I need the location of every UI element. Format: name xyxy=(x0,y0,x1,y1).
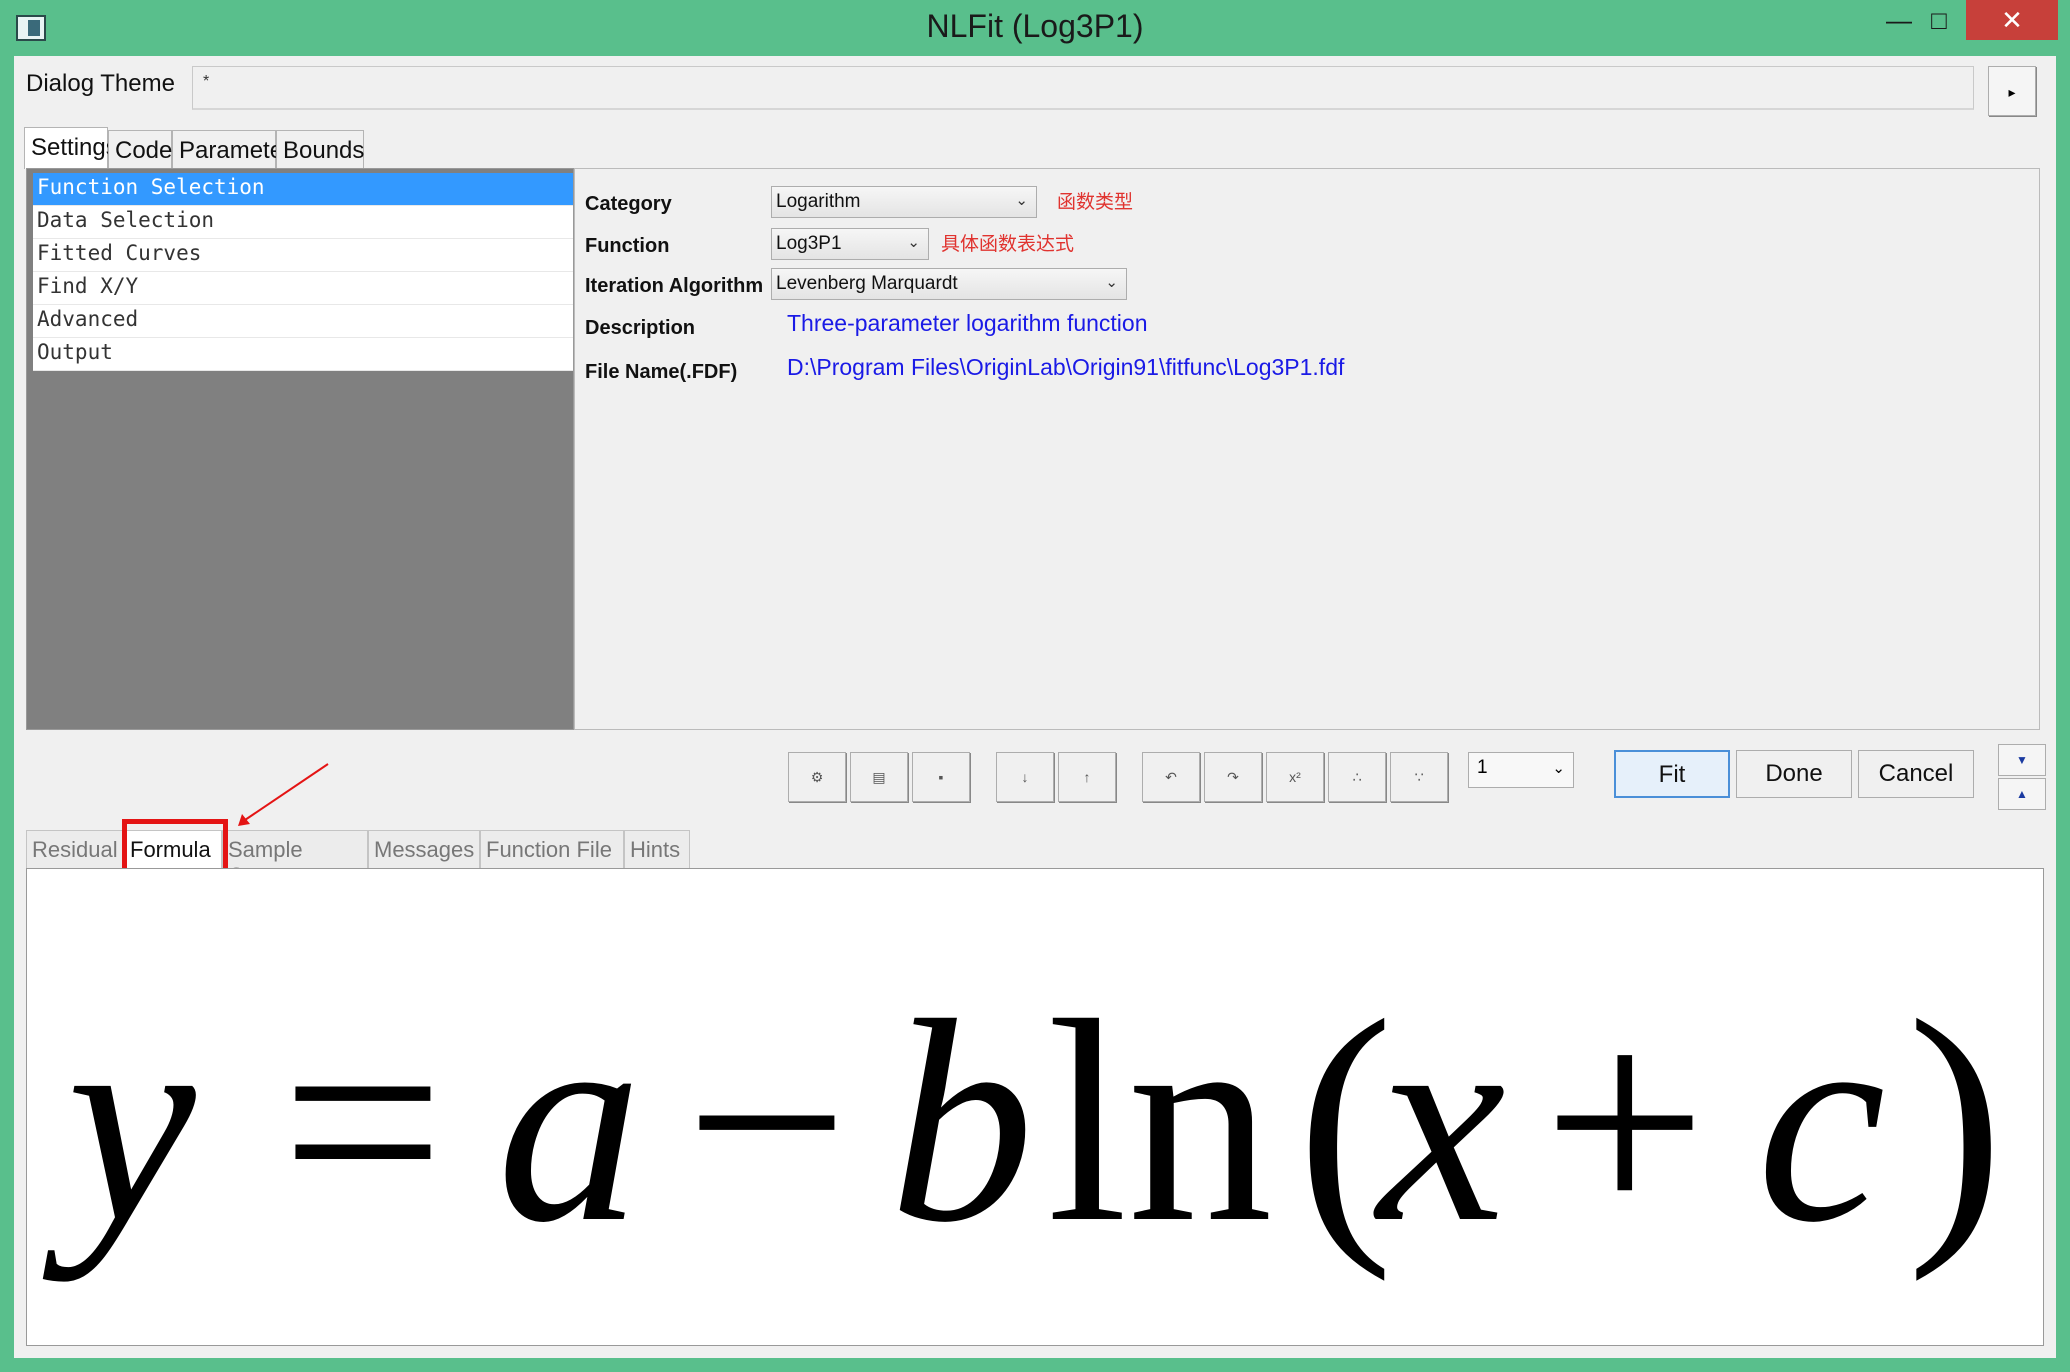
file-name-value[interactable]: D:\Program Files\OriginLab\Origin91\fitf… xyxy=(787,354,1344,381)
chevron-down-icon: ⌄ xyxy=(1105,274,1118,291)
fit-new-icon[interactable]: ⚙ xyxy=(788,752,846,802)
formula-c: c xyxy=(1757,961,1886,1282)
formula-display: y = a − b ln ( x + c ) xyxy=(40,961,2004,1282)
tab-messages[interactable]: Messages xyxy=(368,830,480,868)
tab-code[interactable]: Code xyxy=(108,130,172,168)
iteration-algorithm-select[interactable]: Levenberg Marquardt ⌄ xyxy=(771,268,1127,300)
description-value: Three-parameter logarithm function xyxy=(787,310,1148,336)
x-squared-icon[interactable]: x² xyxy=(1266,752,1324,802)
tree-item-function-selection[interactable]: Function Selection xyxy=(33,173,573,206)
tab-sample-curve[interactable]: Sample Curve xyxy=(222,830,368,888)
formula-panel: y = a − b ln ( x + c ) xyxy=(26,868,2044,1346)
page-select[interactable]: 1 ⌄ xyxy=(1468,752,1574,788)
nlfit-window: NLFit (Log3P1) — □ ✕ Dialog Theme * ▸ Se… xyxy=(0,0,2070,1372)
tree-item-data-selection[interactable]: Data Selection xyxy=(33,206,573,239)
settings-tree: Function Selection Data Selection Fitted… xyxy=(33,173,573,371)
collapse-down-button[interactable]: ▼ xyxy=(1998,744,2046,776)
tab-settings[interactable]: Settings xyxy=(24,127,118,169)
param-b-icon[interactable]: ∵ xyxy=(1390,752,1448,802)
tree-item-fitted-curves[interactable]: Fitted Curves xyxy=(33,239,573,272)
chevron-down-icon: ⌄ xyxy=(907,234,920,251)
formula-x: x xyxy=(1372,961,1505,1282)
chevron-down-icon: ⌄ xyxy=(1552,760,1565,777)
sort-up-icon[interactable]: ↑ xyxy=(1058,752,1116,802)
done-button[interactable]: Done xyxy=(1736,750,1852,798)
formula-b: b xyxy=(889,961,1034,1282)
tab-function-file[interactable]: Function File xyxy=(480,830,624,868)
tab-parameters[interactable]: Parameters xyxy=(172,130,303,168)
title-bar: NLFit (Log3P1) — □ ✕ xyxy=(0,0,2070,56)
settings-tree-panel: Function Selection Data Selection Fitted… xyxy=(26,168,574,730)
close-button[interactable]: ✕ xyxy=(1966,0,2058,40)
window-title: NLFit (Log3P1) xyxy=(926,8,1144,44)
category-select-value: Logarithm xyxy=(776,191,861,212)
tab-residual[interactable]: Residual xyxy=(26,830,124,868)
formula-minus: − xyxy=(685,961,849,1282)
function-label: Function xyxy=(585,235,670,257)
maximize-button[interactable]: □ xyxy=(1908,0,1970,40)
function-note: 具体函数表达式 xyxy=(941,234,1075,255)
chevron-down-icon: ⌄ xyxy=(1015,192,1028,209)
tree-item-advanced[interactable]: Advanced xyxy=(33,305,573,338)
sort-down-icon[interactable]: ↓ xyxy=(996,752,1054,802)
cancel-button[interactable]: Cancel xyxy=(1858,750,1974,798)
iteration-algorithm-value: Levenberg Marquardt xyxy=(776,273,958,294)
expand-up-button[interactable]: ▲ xyxy=(1998,778,2046,810)
save-icon[interactable]: ▪ xyxy=(912,752,970,802)
formula-a: a xyxy=(497,961,642,1282)
description-label: Description xyxy=(585,317,696,339)
formula-equals: = xyxy=(281,961,445,1282)
iteration-algorithm-label: Iteration Algorithm xyxy=(585,275,764,297)
formula-plus: + xyxy=(1543,961,1707,1282)
formula-ln: ln xyxy=(1047,961,1273,1282)
dialog-client: Dialog Theme * ▸ Settings Code Parameter… xyxy=(14,56,2056,1358)
theme-menu-button[interactable]: ▸ xyxy=(1988,66,2036,116)
category-note: 函数类型 xyxy=(1057,192,1134,213)
formula-rparen: ) xyxy=(1907,961,2004,1282)
dialog-theme-label: Dialog Theme xyxy=(26,70,175,97)
category-label: Category xyxy=(585,193,672,215)
tab-hints[interactable]: Hints xyxy=(624,830,690,868)
undo-icon[interactable]: ↶ xyxy=(1142,752,1200,802)
formula-y: y xyxy=(40,961,199,1282)
param-a-icon[interactable]: ∴ xyxy=(1328,752,1386,802)
function-select[interactable]: Log3P1 ⌄ xyxy=(771,228,929,260)
tree-item-output[interactable]: Output xyxy=(33,338,573,371)
copy-icon[interactable]: ▤ xyxy=(850,752,908,802)
dialog-theme-field[interactable]: * xyxy=(192,66,1974,110)
function-selection-panel: Category Logarithm ⌄ 函数类型 Function Log3P… xyxy=(574,168,2040,730)
file-name-label: File Name(.FDF) xyxy=(585,361,738,383)
tree-item-find-xy[interactable]: Find X/Y xyxy=(33,272,573,305)
redo-icon[interactable]: ↷ xyxy=(1204,752,1262,802)
fit-button[interactable]: Fit xyxy=(1614,750,1730,798)
page-select-value: 1 xyxy=(1477,757,1488,778)
tab-bounds[interactable]: Bounds xyxy=(276,130,364,168)
category-select[interactable]: Logarithm ⌄ xyxy=(771,186,1037,218)
function-select-value: Log3P1 xyxy=(776,233,842,254)
dialog-theme-value: * xyxy=(203,73,210,90)
